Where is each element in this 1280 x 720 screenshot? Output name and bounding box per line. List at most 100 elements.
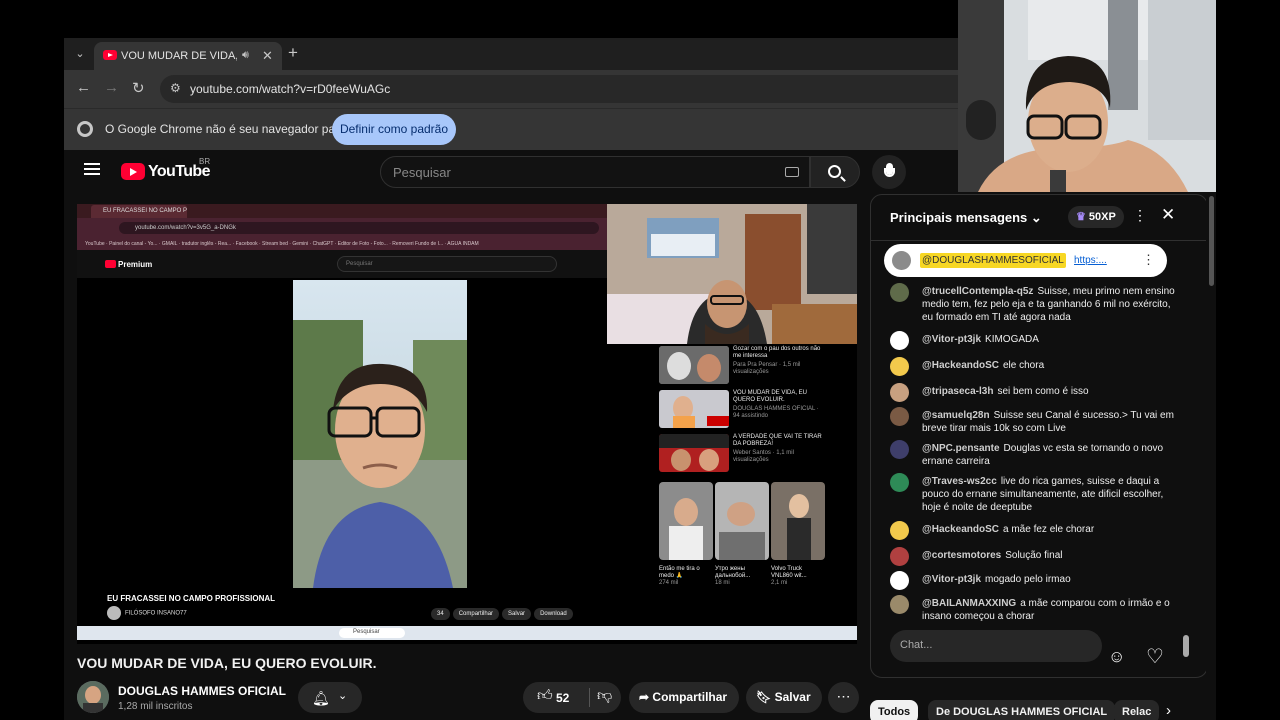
- avatar: [890, 357, 909, 376]
- voice-search-button[interactable]: [872, 155, 906, 189]
- short-thumbnail[interactable]: [659, 482, 713, 560]
- share-button[interactable]: ➦ Compartilhar: [629, 682, 739, 713]
- new-tab-button[interactable]: +: [288, 43, 298, 63]
- search-button[interactable]: [810, 156, 860, 188]
- scroll-thumb[interactable]: [1183, 635, 1189, 657]
- chat-mode-dropdown[interactable]: Principais mensagens ⌄: [890, 210, 1042, 226]
- inner-address-bar: youtube.com/watch?v=3v5G_a-DNGk: [77, 218, 607, 238]
- bell-icon: 🔔︎: [312, 690, 330, 706]
- search-input[interactable]: Pesquisar: [380, 156, 810, 188]
- short-item[interactable]: Então me tira o medo 🙏 274 mil: [659, 566, 713, 587]
- scroll-thumb[interactable]: [1209, 196, 1214, 286]
- recommended-thumbnail[interactable]: [659, 390, 729, 428]
- short-item[interactable]: Утро жены дальнобой... 18 mi: [715, 566, 769, 587]
- vertical-video-frame: [293, 280, 467, 588]
- short-thumbnail[interactable]: [771, 482, 825, 560]
- short-image: [715, 482, 769, 560]
- video-title: VOU MUDAR DE VIDA, EU QUERO EVOLUIR.: [77, 655, 377, 671]
- inner-actions: 34 Compartilhar Salvar Download: [431, 608, 576, 620]
- chip-all[interactable]: Todos: [870, 700, 919, 720]
- guest-webcam: [607, 204, 857, 344]
- guest-room-frame: [607, 204, 857, 344]
- site-info-icon[interactable]: ⚙: [170, 81, 181, 95]
- inner-bookmarks-bar: YouTube · Painel do canal - Yo... · GMAI…: [77, 238, 607, 250]
- like-dislike-group: 👍︎ 52 👎︎: [523, 682, 621, 713]
- inner-video-title: EU FRACASSEI NO CAMPO PROFISSIONAL: [107, 594, 276, 603]
- chrome-icon: [77, 121, 93, 137]
- channel-name[interactable]: DOUGLAS HAMMES OFICIAL: [118, 684, 286, 698]
- inner-tab-bar: EU FRACASSEI NO CAMPO PR: [77, 204, 607, 218]
- avatar: [890, 473, 909, 492]
- youtube-play-icon: [121, 163, 145, 180]
- more-actions-button[interactable]: ⋯: [828, 682, 859, 713]
- close-chat-icon[interactable]: ✕: [1161, 205, 1175, 225]
- avatar-image: [77, 681, 109, 713]
- inner-vertical-video: [293, 280, 467, 588]
- pinned-message[interactable]: @DOUGLASHAMMESOFICIAL https:... ⋮: [884, 244, 1167, 277]
- thumbnail-image: [659, 390, 729, 428]
- browser-tab[interactable]: VOU MUDAR DE VIDA, EU 🔊︎ ✕: [94, 42, 282, 70]
- set-default-button[interactable]: Definir como padrão: [332, 114, 456, 145]
- chat-scrollbar[interactable]: [1183, 295, 1189, 665]
- chevron-right-icon[interactable]: ›: [1166, 702, 1171, 719]
- avatar: [890, 440, 909, 459]
- forward-icon[interactable]: →: [104, 79, 119, 96]
- short-image: [771, 482, 825, 560]
- divider: [589, 688, 590, 707]
- inner-channel: FILÓSOFO INSANO77: [107, 606, 187, 620]
- thumbnail-image: [659, 434, 729, 472]
- tab-title: VOU MUDAR DE VIDA, EU: [121, 50, 237, 62]
- short-thumbnail[interactable]: [715, 482, 769, 560]
- reload-icon[interactable]: ↻: [132, 79, 145, 97]
- channel-avatar[interactable]: [77, 681, 109, 713]
- emoji-icon[interactable]: ☺: [1108, 647, 1125, 667]
- chat-input[interactable]: Chat...: [890, 630, 1102, 662]
- screen: ⌄ VOU MUDAR DE VIDA, EU 🔊︎ ✕ + ← → ↻ ⚙ y…: [0, 0, 1280, 720]
- avatar: [890, 571, 909, 590]
- close-tab-icon[interactable]: ✕: [262, 48, 273, 64]
- url-text[interactable]: youtube.com/watch?v=rD0feeWuAGc: [190, 82, 390, 96]
- dislike-icon[interactable]: 👎︎: [597, 687, 612, 705]
- more-options-icon[interactable]: ⋮: [1142, 252, 1155, 268]
- recommended-item[interactable]: Gozar com o pau dos outros não me intere…: [733, 346, 827, 376]
- avatar: [890, 331, 909, 350]
- save-button[interactable]: 🔖︎ Salvar: [746, 682, 822, 713]
- back-icon[interactable]: ←: [76, 79, 91, 96]
- chip-channel[interactable]: De DOUGLAS HAMMES OFICIAL: [928, 700, 1116, 720]
- youtube-favicon-icon: [103, 50, 117, 60]
- chevron-down-icon: ⌄: [338, 690, 348, 702]
- video-player[interactable]: EU FRACASSEI NO CAMPO PR youtube.com/wat…: [77, 204, 857, 644]
- filter-chips: Todos De DOUGLAS HAMMES OFICIAL Relac ›: [870, 698, 1216, 720]
- speaker-icon[interactable]: 🔊︎: [242, 49, 249, 62]
- recommended-list: Gozar com o pau dos outros não me intere…: [659, 346, 857, 472]
- short-item[interactable]: Volvo Truck VNL860 wit... 2,1 mi: [771, 566, 825, 587]
- avatar: [890, 547, 909, 566]
- like-icon[interactable]: 👍︎: [537, 687, 553, 705]
- avatar: [890, 521, 909, 540]
- inner-youtube-header: Premium Pesquisar: [77, 250, 607, 278]
- keyboard-icon[interactable]: [785, 167, 799, 177]
- recommended-item[interactable]: VOU MUDAR DE VIDA, EU QUERO EVOLUIR. DOUG…: [733, 390, 827, 420]
- short-image: [659, 482, 713, 560]
- heart-icon[interactable]: ♡: [1146, 644, 1164, 669]
- recommended-thumbnail[interactable]: [659, 346, 729, 384]
- chevron-down-icon: ⌄: [1030, 210, 1042, 225]
- avatar: [890, 283, 909, 302]
- avatar: [892, 251, 911, 270]
- page-scrollbar[interactable]: [1206, 190, 1216, 720]
- recommended-thumbnail[interactable]: [659, 434, 729, 472]
- like-count[interactable]: 52: [556, 691, 569, 705]
- tab-search-icon[interactable]: ⌄: [70, 44, 90, 64]
- webcam-frame: [958, 0, 1216, 192]
- more-options-icon[interactable]: ⋮: [1133, 207, 1147, 224]
- pinned-link[interactable]: https:...: [1074, 255, 1107, 266]
- menu-icon[interactable]: [84, 163, 100, 175]
- bookmark-icon: 🔖︎: [756, 690, 772, 704]
- shorts-shelf: Então me tira o medo 🙏 274 mil Утро жены …: [659, 482, 857, 592]
- recommended-item[interactable]: A VERDADE QUE VAI TE TIRAR DA POBREZA! We…: [733, 434, 827, 464]
- chip-related[interactable]: Relac: [1114, 700, 1160, 720]
- streamer-webcam: [958, 0, 1216, 192]
- notifications-button[interactable]: 🔔︎ ⌄: [298, 682, 362, 713]
- subscriber-count: 1,28 mil inscritos: [118, 701, 193, 712]
- xp-badge[interactable]: 50XP: [1068, 206, 1124, 228]
